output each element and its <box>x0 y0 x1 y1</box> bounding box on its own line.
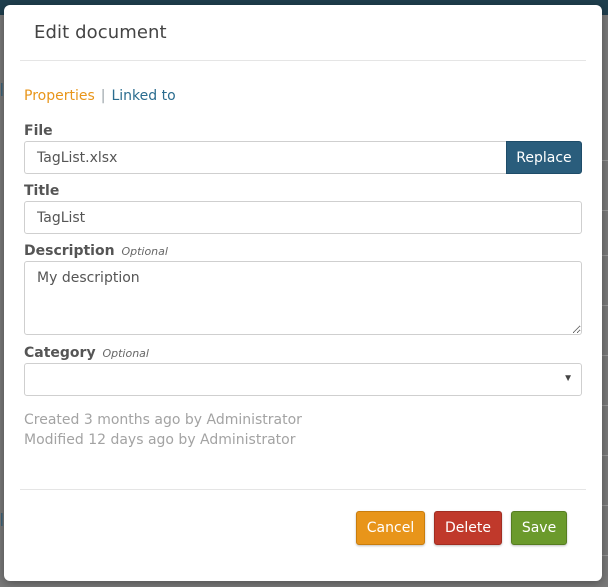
background-divider <box>602 505 608 506</box>
category-label-text: Category <box>24 345 96 361</box>
file-input-group: TagList.xlsx Replace <box>24 141 582 174</box>
background-divider <box>602 355 608 356</box>
description-label: Description Optional <box>24 241 582 261</box>
modal-title: Edit document <box>34 22 167 43</box>
description-textarea[interactable]: My description <box>24 261 582 335</box>
edit-document-modal: Edit document Properties | Linked to Fil… <box>4 5 602 581</box>
category-optional-hint: Optional <box>102 347 149 360</box>
tab-properties[interactable]: Properties <box>24 88 95 104</box>
document-metadata: Created 3 months ago by Administrator Mo… <box>24 410 582 450</box>
tab-separator: | <box>100 88 106 104</box>
category-label: Category Optional <box>24 343 582 363</box>
background-divider <box>602 255 608 256</box>
background-divider <box>602 455 608 456</box>
description-field-group: Description Optional My description <box>24 241 582 335</box>
title-input[interactable] <box>24 201 582 234</box>
modal-header: Edit document <box>20 5 586 61</box>
file-field-group: File TagList.xlsx Replace <box>24 121 582 174</box>
background-divider <box>602 160 608 161</box>
category-select[interactable]: ▼ <box>24 363 582 396</box>
category-field-group: Category Optional ▼ <box>24 343 582 396</box>
modal-body: Properties | Linked to File TagList.xlsx… <box>4 86 602 450</box>
tab-linked-to[interactable]: Linked to <box>111 88 175 104</box>
replace-file-button[interactable]: Replace <box>506 141 582 174</box>
background-divider <box>602 210 608 211</box>
delete-button[interactable]: Delete <box>434 511 502 545</box>
title-label: Title <box>24 183 60 199</box>
file-label: File <box>24 123 53 139</box>
modal-footer: Cancel Delete Save <box>20 489 586 579</box>
background-divider <box>602 405 608 406</box>
description-label-text: Description <box>24 243 115 259</box>
file-name-display[interactable]: TagList.xlsx <box>24 141 506 174</box>
modified-info: Modified 12 days ago by Administrator <box>24 432 296 448</box>
created-info: Created 3 months ago by Administrator <box>24 412 302 428</box>
background-divider <box>602 305 608 306</box>
description-optional-hint: Optional <box>121 245 168 258</box>
tab-bar: Properties | Linked to <box>24 86 582 106</box>
title-field-group: Title <box>24 181 582 234</box>
background-divider <box>602 555 608 556</box>
cancel-button[interactable]: Cancel <box>356 511 425 545</box>
caret-down-icon: ▼ <box>563 373 573 384</box>
save-button[interactable]: Save <box>511 511 567 545</box>
